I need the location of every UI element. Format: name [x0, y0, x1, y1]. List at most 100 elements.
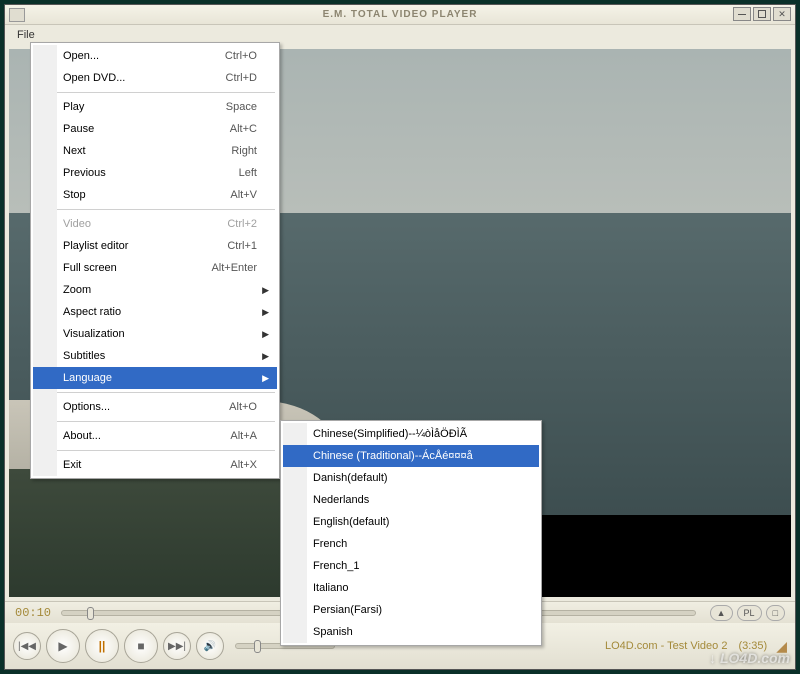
menu-item-label: Options... — [63, 401, 110, 413]
menu-item-shortcut: Space — [226, 101, 257, 113]
menu-item-label: Exit — [63, 459, 81, 471]
menu-item[interactable]: About... Alt+A — [33, 425, 277, 447]
menu-item-shortcut: Alt+X — [230, 459, 257, 471]
menu-item[interactable]: Play Space — [33, 96, 277, 118]
submenu-item-label: French — [313, 538, 347, 550]
menu-item-label: Full screen — [63, 262, 117, 274]
menu-item-label: Previous — [63, 167, 106, 179]
menu-item-shortcut: Ctrl+O — [225, 50, 257, 62]
submenu-item-label: Danish(default) — [313, 472, 388, 484]
menu-separator — [35, 392, 275, 393]
menu-separator — [35, 92, 275, 93]
menu-item[interactable]: NextRight — [33, 140, 277, 162]
close-button[interactable]: ✕ — [773, 7, 791, 21]
playlist-button[interactable]: PL — [737, 605, 762, 621]
menu-item-shortcut: Alt+Enter — [211, 262, 257, 274]
menu-item-shortcut: Alt+C — [230, 123, 257, 135]
watermark: ↓ LO4D.com — [709, 650, 790, 666]
stop-button[interactable]: ■ — [124, 629, 158, 663]
maximize-button[interactable] — [753, 7, 771, 21]
menu-item-label: Stop — [63, 189, 86, 201]
menu-item-shortcut: Ctrl+2 — [227, 218, 257, 230]
menu-item-label: Aspect ratio — [63, 306, 121, 318]
titlebar-left-button[interactable] — [9, 8, 25, 22]
language-submenu: Chinese(Simplified)--¼òÌåÖÐÌÃ Chinese (Tr… — [280, 420, 542, 646]
submenu-item[interactable]: English(default) — [283, 511, 539, 533]
play-button[interactable]: ▶ — [46, 629, 80, 663]
pause-button[interactable]: || — [85, 629, 119, 663]
right-pills: ▲ PL □ — [710, 605, 785, 621]
current-time: 00:10 — [15, 606, 55, 620]
submenu-item[interactable]: Chinese (Traditional)--ÁcÅé¤¤¤å — [283, 445, 539, 467]
mute-button[interactable]: 🔊 — [196, 632, 224, 660]
next-button[interactable]: ▶▶| — [163, 632, 191, 660]
menu-separator — [35, 421, 275, 422]
menu-item[interactable]: Exit Alt+X — [33, 454, 277, 476]
menu-item[interactable]: Subtitles ▶ — [33, 345, 277, 367]
titlebar: E.M. TOTAL VIDEO PLAYER ✕ — [5, 5, 795, 25]
submenu-item[interactable]: Nederlands — [283, 489, 539, 511]
menu-item: Video Ctrl+2 — [33, 213, 277, 235]
menu-item-label: Video — [63, 218, 91, 230]
menu-separator — [35, 209, 275, 210]
menu-item-label: Zoom — [63, 284, 91, 296]
submenu-item[interactable]: French — [283, 533, 539, 555]
menu-item[interactable]: Previous Left — [33, 162, 277, 184]
submenu-item[interactable]: Italiano — [283, 577, 539, 599]
menu-item-shortcut: Ctrl+D — [226, 72, 257, 84]
submenu-item[interactable]: French_1 — [283, 555, 539, 577]
submenu-item-label: Persian(Farsi) — [313, 604, 382, 616]
menu-item-shortcut: Alt+V — [230, 189, 257, 201]
maximize-icon — [758, 10, 766, 18]
menu-item-label: Language — [63, 372, 112, 384]
menu-separator — [35, 450, 275, 451]
menu-item-label: Pause — [63, 123, 94, 135]
seek-knob[interactable] — [87, 607, 94, 620]
submenu-item[interactable]: Persian(Farsi) — [283, 599, 539, 621]
submenu-item-label: Chinese(Simplified)--¼òÌåÖÐÌÃ — [313, 428, 467, 440]
eq-button[interactable]: □ — [766, 605, 785, 621]
menu-file[interactable]: File — [11, 27, 41, 43]
menu-item[interactable]: Options... Alt+O — [33, 396, 277, 418]
menu-item-label: Open DVD... — [63, 72, 125, 84]
submenu-item-label: French_1 — [313, 560, 359, 572]
submenu-arrow-icon: ▶ — [262, 285, 269, 296]
submenu-item-label: Italiano — [313, 582, 348, 594]
menu-item[interactable]: Visualization ▶ — [33, 323, 277, 345]
menu-item[interactable]: Stop Alt+V — [33, 184, 277, 206]
prev-button[interactable]: |◀◀ — [13, 632, 41, 660]
menu-item-label: Subtitles — [63, 350, 105, 362]
menu-item[interactable]: Aspect ratio▶ — [33, 301, 277, 323]
menu-item-shortcut: Alt+A — [230, 430, 257, 442]
menu-item[interactable]: Open DVD... Ctrl+D — [33, 67, 277, 89]
menu-item[interactable]: Pause Alt+C — [33, 118, 277, 140]
submenu-item[interactable]: Danish(default) — [283, 467, 539, 489]
minimize-button[interactable] — [733, 7, 751, 21]
submenu-arrow-icon: ▶ — [262, 373, 269, 384]
window-controls: ✕ — [733, 7, 791, 21]
menu-item-shortcut: Left — [239, 167, 257, 179]
submenu-item[interactable]: Chinese(Simplified)--¼òÌåÖÐÌÃ — [283, 423, 539, 445]
menu-item[interactable]: Full screen Alt+Enter — [33, 257, 277, 279]
eject-button[interactable]: ▲ — [710, 605, 733, 621]
menu-item-label: Visualization — [63, 328, 125, 340]
menu-item[interactable]: Open... Ctrl+O — [33, 45, 277, 67]
menu-item[interactable]: Zoom ▶ — [33, 279, 277, 301]
submenu-item[interactable]: Spanish — [283, 621, 539, 643]
submenu-item-label: Spanish — [313, 626, 353, 638]
menu-item-label: Play — [63, 101, 84, 113]
volume-knob[interactable] — [254, 640, 261, 653]
app-title: E.M. TOTAL VIDEO PLAYER — [323, 9, 478, 20]
menu-item[interactable]: Playlist editor Ctrl+1 — [33, 235, 277, 257]
menu-item[interactable]: Language ▶ — [33, 367, 277, 389]
menu-item-label: Next — [63, 145, 86, 157]
submenu-arrow-icon: ▶ — [262, 329, 269, 340]
minimize-icon — [738, 14, 746, 15]
submenu-item-label: English(default) — [313, 516, 389, 528]
submenu-arrow-icon: ▶ — [262, 351, 269, 362]
menu-item-label: Open... — [63, 50, 99, 62]
menu-item-label: Playlist editor — [63, 240, 128, 252]
menu-item-shortcut: Alt+O — [229, 401, 257, 413]
menu-item-shortcut: Ctrl+1 — [227, 240, 257, 252]
menu-item-label: About... — [63, 430, 101, 442]
